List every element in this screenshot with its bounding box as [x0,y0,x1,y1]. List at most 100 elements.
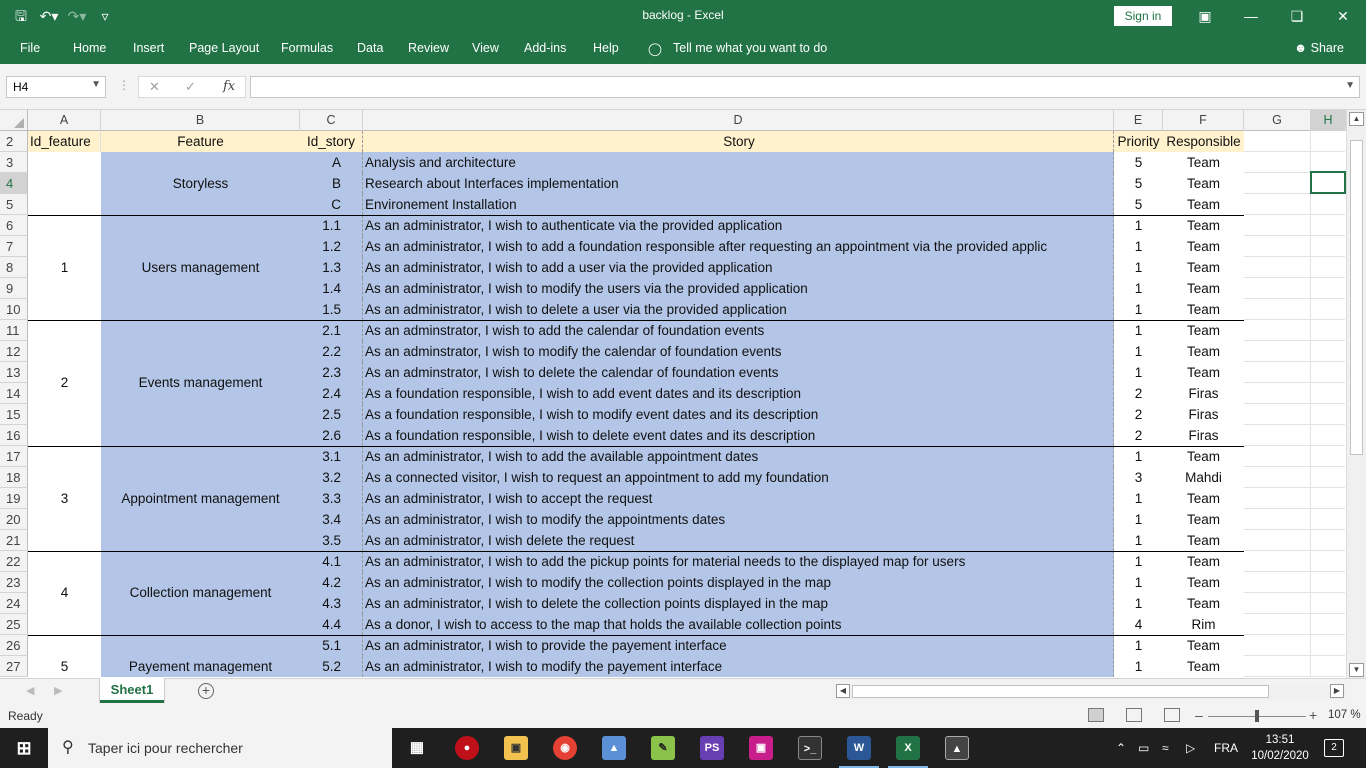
formula-input[interactable]: ▼ [250,76,1360,98]
feature-name-cell[interactable]: Storyless [101,152,300,215]
col-header-b[interactable]: B [101,110,300,131]
restore-icon[interactable]: ❏ [1274,0,1320,32]
row-header[interactable]: 20 [0,509,28,530]
cell-id-story[interactable]: 1.2 [300,236,363,257]
zoom-level[interactable]: 107 % [1328,709,1361,721]
sign-in-button[interactable]: Sign in [1114,6,1172,26]
cell-id-story[interactable]: 2.1 [300,320,363,341]
zoom-in-icon[interactable]: + [1309,707,1317,723]
minimize-icon[interactable]: — [1228,0,1274,32]
cell-priority[interactable]: 1 [1114,278,1163,299]
clock[interactable]: 13:51 10/02/2020 [1248,732,1312,764]
cell-id-story[interactable]: 3.1 [300,446,363,467]
cell-responsible[interactable]: Team [1163,341,1244,362]
cell-story[interactable]: As an adminstrator, I wish to add the ca… [363,320,1114,341]
cell-h[interactable] [1311,509,1345,530]
row-header[interactable]: 6 [0,215,28,236]
row-header[interactable]: 10 [0,299,28,320]
cell-responsible[interactable]: Team [1163,509,1244,530]
cell-h[interactable] [1311,635,1345,656]
cell-responsible[interactable]: Team [1163,488,1244,509]
cell-g[interactable] [1244,425,1311,446]
row-header[interactable]: 3 [0,152,28,173]
col-header-h[interactable]: H [1311,110,1346,131]
splitter-handle[interactable]: ⋮ [118,78,130,92]
volume-icon[interactable]: ▷ [1186,741,1195,755]
phpstorm-icon[interactable]: PS [700,736,724,760]
row-header[interactable]: 14 [0,383,28,404]
cell-story[interactable]: As an administrator, I wish to modify th… [363,278,1114,299]
next-sheet-icon[interactable]: ▶ [54,684,62,697]
cell-g[interactable] [1244,551,1311,572]
tell-me-search[interactable]: Tell me what you want to do [673,41,827,55]
app-icon-red[interactable]: ● [455,736,479,760]
close-icon[interactable]: ✕ [1320,0,1366,32]
cell-responsible[interactable]: Team [1163,299,1244,320]
tab-view[interactable]: View [472,41,499,55]
cell-story[interactable]: As an administrator, I wish delete the r… [363,530,1114,551]
cell-g[interactable] [1244,488,1311,509]
cell-h[interactable] [1311,257,1345,278]
row-header[interactable]: 24 [0,593,28,614]
cell-id-story[interactable]: 2.4 [300,383,363,404]
cell-g[interactable] [1244,152,1311,173]
cell-story[interactable]: Environement Installation [363,194,1114,215]
terminal-icon[interactable]: >_ [798,736,822,760]
row-header[interactable]: 27 [0,656,28,677]
cell-story[interactable]: As an administrator, I wish to provide t… [363,635,1114,656]
cell-responsible[interactable]: Team [1163,572,1244,593]
cell-h[interactable] [1311,320,1345,341]
tab-formulas[interactable]: Formulas [281,41,333,55]
virtualbox-icon[interactable]: ▲ [602,736,626,760]
row-header[interactable]: 5 [0,194,28,215]
cell-h[interactable] [1311,530,1345,551]
feature-id-cell[interactable] [28,152,101,215]
cell-h[interactable] [1311,131,1345,152]
app-icon-pink[interactable]: ▣ [749,736,773,760]
row-header[interactable]: 23 [0,572,28,593]
row-header[interactable]: 18 [0,467,28,488]
file-explorer-icon[interactable]: ▣ [504,736,528,760]
cell-responsible[interactable]: Team [1163,635,1244,656]
cell-story[interactable]: As an administrator, I wish to modify th… [363,572,1114,593]
cell-h[interactable] [1311,614,1345,635]
feature-id-cell[interactable]: 4 [28,551,101,635]
notification-icon[interactable]: 2 [1324,739,1344,757]
cell-story[interactable]: As a donor, I wish to access to the map … [363,614,1114,635]
cell-story[interactable]: As an administrator, I wish to add the a… [363,446,1114,467]
cell-story[interactable]: As a connected visitor, I wish to reques… [363,467,1114,488]
cell-story[interactable]: As an administrator, I wish to add a use… [363,257,1114,278]
tab-help[interactable]: Help [593,41,619,55]
cell-responsible[interactable]: Mahdi [1163,467,1244,488]
cell-id-story[interactable]: 2.6 [300,425,363,446]
cell-priority[interactable]: 1 [1114,530,1163,551]
language-indicator[interactable]: FRA [1214,741,1238,755]
cell-id-story[interactable]: 4.1 [300,551,363,572]
feature-name-cell[interactable]: Collection management [101,551,300,635]
cell-g[interactable] [1244,131,1311,152]
cell-g[interactable] [1244,614,1311,635]
cell-h[interactable] [1311,425,1345,446]
cell-id-story[interactable]: 1.1 [300,215,363,236]
cell-responsible[interactable]: Team [1163,215,1244,236]
sheet-tab-sheet1[interactable]: Sheet1 [100,678,164,703]
enter-icon[interactable]: ✓ [185,79,196,95]
cell-responsible[interactable]: Team [1163,320,1244,341]
cell-responsible[interactable]: Team [1163,530,1244,551]
cell-g[interactable] [1244,446,1311,467]
select-all-button[interactable] [0,110,28,131]
row-header[interactable]: 15 [0,404,28,425]
cell-g[interactable] [1244,467,1311,488]
feature-id-cell[interactable]: 3 [28,446,101,551]
cell-responsible[interactable]: Team [1163,362,1244,383]
scroll-right-icon[interactable]: ▶ [1330,684,1344,698]
cell-g[interactable] [1244,299,1311,320]
cell-g[interactable] [1244,362,1311,383]
cell-priority[interactable]: 2 [1114,383,1163,404]
cell-g[interactable] [1244,572,1311,593]
feature-id-cell[interactable]: 1 [28,215,101,320]
cell-h[interactable] [1311,593,1345,614]
share-button[interactable]: ☻ Share [1294,41,1344,55]
cell-g[interactable] [1244,215,1311,236]
cell-h[interactable] [1311,572,1345,593]
